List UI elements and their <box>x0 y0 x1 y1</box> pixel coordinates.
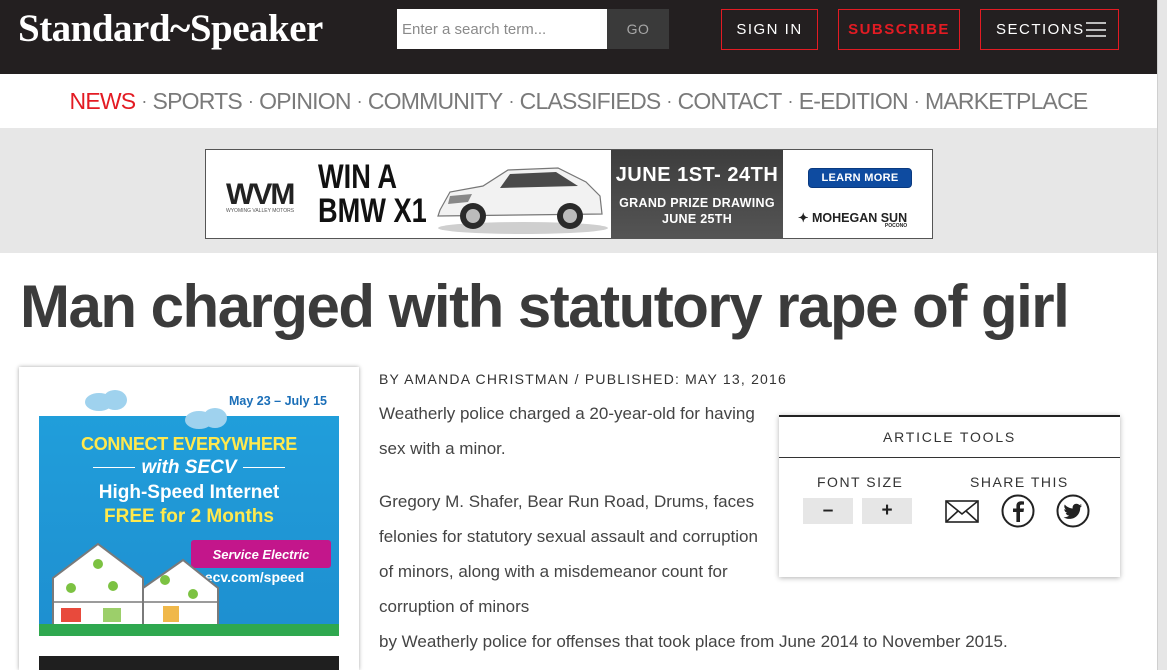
search-go-button[interactable]: GO <box>607 9 669 49</box>
side-ad[interactable]: May 23 – July 15 CONNECT EVERYWHERE with… <box>39 386 339 636</box>
sections-button[interactable]: SECTIONS <box>980 9 1119 50</box>
article-headline: Man charged with statutory rape of girl <box>20 273 1070 340</box>
cloud-icon <box>185 408 227 429</box>
main-nav: NEWS · SPORTS · OPINION · COMMUNITY · CL… <box>0 74 1157 128</box>
banner-headline-line2: BMW X1 <box>318 192 427 230</box>
banner-headline-line1: WIN A <box>318 158 398 196</box>
hamburger-menu-icon <box>1086 22 1106 37</box>
side-ad-line2-text: with SECV <box>141 457 237 478</box>
nav-item-contact[interactable]: CONTACT <box>678 88 783 115</box>
side-ad-line1: CONNECT EVERYWHERE <box>81 434 297 454</box>
side-ad-line2: with SECV <box>39 457 339 479</box>
nav-item-marketplace[interactable]: MARKETPLACE <box>925 88 1088 115</box>
email-share-icon[interactable] <box>944 493 980 529</box>
banner-drawing: GRAND PRIZE DRAWING JUNE 25TH <box>611 195 783 227</box>
side-ad-second[interactable] <box>39 656 339 670</box>
article-tools-title: ARTICLE TOOLS <box>882 429 1017 445</box>
banner-ad[interactable]: WVM WYOMING VALLEY MOTORS WIN A BMW X1 J… <box>205 149 933 239</box>
mohegan-sun-logo: ✦ MOHEGAN SUN POCONO <box>798 210 907 229</box>
facebook-share-icon[interactable] <box>1000 493 1036 529</box>
font-size-label: FONT SIZE <box>817 474 904 490</box>
side-ad-dates: May 23 – July 15 <box>229 394 327 408</box>
font-increase-button[interactable]: + <box>862 498 912 524</box>
nav-separator: · <box>666 90 672 111</box>
nav-item-opinion[interactable]: OPINION <box>259 88 351 115</box>
cloud-icon <box>85 390 127 411</box>
site-logo[interactable]: Standard~Speaker <box>18 6 323 51</box>
article-paragraph-1: Weatherly police charged a 20-year-old f… <box>379 404 755 458</box>
page-scrollbar[interactable] <box>1157 0 1167 670</box>
mohegan-star-icon: ✦ <box>798 211 809 225</box>
sections-label: SECTIONS <box>996 21 1085 38</box>
nav-item-community[interactable]: COMMUNITY <box>368 88 503 115</box>
nav-separator: · <box>141 90 147 111</box>
twitter-share-icon[interactable] <box>1055 493 1091 529</box>
wvm-logo: WVM <box>226 178 295 211</box>
nav-separator: · <box>247 90 254 111</box>
article-paragraph-2-end: by Weatherly police for offenses that to… <box>379 632 1008 651</box>
learn-more-button[interactable]: LEARN MORE <box>808 168 912 188</box>
side-ad-grass <box>39 624 339 636</box>
article-byline: BY AMANDA CHRISTMAN / PUBLISHED: MAY 13,… <box>379 371 788 387</box>
banner-drawing-line1: GRAND PRIZE DRAWING <box>619 196 775 210</box>
article-tools-divider <box>779 457 1120 458</box>
car-image <box>437 167 608 234</box>
article-paragraph-2: Gregory M. Shafer, Bear Run Road, Drums,… <box>379 492 758 616</box>
sign-in-button[interactable]: SIGN IN <box>721 9 818 50</box>
house-illustration <box>52 542 219 628</box>
nav-separator: · <box>787 90 793 111</box>
nav-item-news[interactable]: NEWS <box>70 88 137 115</box>
nav-item-sports[interactable]: SPORTS <box>153 88 243 115</box>
subscribe-button[interactable]: SUBSCRIBE <box>838 9 960 50</box>
nav-separator: · <box>508 90 514 111</box>
banner-dates-panel: JUNE 1ST- 24TH GRAND PRIZE DRAWING JUNE … <box>611 150 783 238</box>
article-tools: ARTICLE TOOLS FONT SIZE SHARE THIS – + <box>779 415 1120 577</box>
banner-dates: JUNE 1ST- 24TH <box>615 164 779 186</box>
nav-item-classifieds[interactable]: CLASSIFIEDS <box>520 88 662 115</box>
nav-separator: · <box>356 90 363 111</box>
font-decrease-button[interactable]: – <box>803 498 853 524</box>
search-input[interactable] <box>397 9 607 49</box>
side-ad-line4: FREE for 2 Months <box>104 506 274 527</box>
wvm-logo-subtitle: WYOMING VALLEY MOTORS <box>226 208 295 214</box>
site-header: Standard~Speaker GO SIGN IN SUBSCRIBE SE… <box>0 0 1157 74</box>
share-this-label: SHARE THIS <box>970 474 1069 490</box>
nav-item-e-edition[interactable]: E-EDITION <box>799 88 909 115</box>
nav-separator: · <box>913 90 920 111</box>
banner-drawing-line2: JUNE 25TH <box>661 212 733 226</box>
banner-headline: WIN A BMW X1 <box>318 160 427 228</box>
side-ad-line3: High-Speed Internet <box>98 482 280 503</box>
